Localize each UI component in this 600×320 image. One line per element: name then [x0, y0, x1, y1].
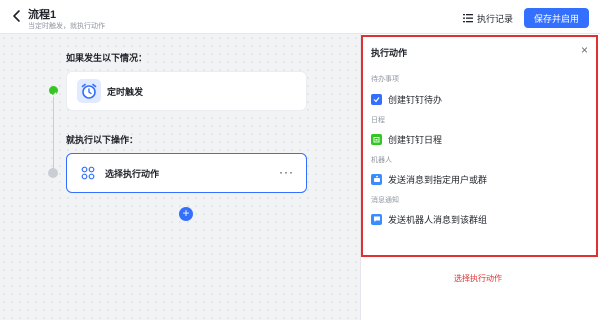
action-create-todo-label: 创建钉钉待办 — [388, 94, 443, 105]
group-label-robot: 机器人 — [371, 157, 392, 164]
panel-title: 执行动作 — [371, 48, 408, 58]
chat-icon — [371, 213, 382, 225]
trigger-card-label: 定时触发 — [107, 86, 144, 97]
action-card[interactable]: 选择执行动作 ··· — [66, 153, 307, 193]
top-bar: 流程1 当定时触发，就执行动作 执行记录 保存并启用 — [0, 0, 600, 34]
save-and-enable-button[interactable]: 保存并启用 — [524, 8, 589, 28]
group-label-todo: 待办事项 — [371, 76, 399, 83]
action-send-to-user-or-group[interactable]: 发送消息到指定用户或群 — [371, 171, 487, 187]
action-send-robot-message-to-group[interactable]: 发送机器人消息到该群组 — [371, 211, 487, 227]
action-send-robot-message-to-group-label: 发送机器人消息到该群组 — [388, 214, 488, 225]
alarm-clock-icon — [77, 79, 101, 103]
action-send-to-user-or-group-label: 发送消息到指定用户或群 — [388, 174, 488, 185]
execution-log-button[interactable]: 执行记录 — [463, 10, 513, 26]
trigger-ok-dot — [49, 86, 58, 98]
flow-title[interactable]: 流程1 — [28, 6, 56, 22]
action-picker-panel: 执行动作 × 待办事项 创建钉钉待办 日程 创建钉钉日程 机器人 发送消息到指定… — [361, 35, 598, 257]
back-arrow-icon[interactable] — [10, 9, 24, 23]
trigger-section-label: 如果发生以下情况： — [66, 53, 148, 63]
action-create-schedule[interactable]: 创建钉钉日程 — [371, 131, 442, 147]
apps-grid-icon — [81, 166, 95, 180]
action-section-label: 就执行以下操作： — [66, 135, 139, 145]
flow-connector-line — [53, 92, 54, 174]
action-card-label: 选择执行动作 — [105, 168, 160, 179]
group-label-notification: 消息通知 — [371, 197, 399, 204]
group-label-calendar: 日程 — [371, 117, 385, 124]
action-create-todo[interactable]: 创建钉钉待办 — [371, 91, 442, 107]
action-pending-dot — [48, 168, 58, 178]
close-icon[interactable]: × — [581, 44, 588, 56]
todo-icon — [371, 93, 382, 105]
more-options-icon[interactable]: ··· — [279, 166, 294, 178]
trigger-card[interactable]: 定时触发 — [66, 71, 307, 111]
calendar-icon — [371, 133, 382, 145]
panel-caption: 选择执行动作 — [454, 274, 502, 283]
add-step-button[interactable]: + — [179, 207, 193, 221]
robot-icon — [371, 173, 382, 185]
execution-log-label: 执行记录 — [477, 13, 514, 24]
list-icon — [463, 14, 473, 23]
action-create-schedule-label: 创建钉钉日程 — [388, 134, 443, 145]
flow-subtitle: 当定时触发，就执行动作 — [28, 23, 105, 30]
flow-canvas: 如果发生以下情况： 定时触发 就执行以下操作： 选择执行动作 ··· + — [0, 34, 360, 320]
